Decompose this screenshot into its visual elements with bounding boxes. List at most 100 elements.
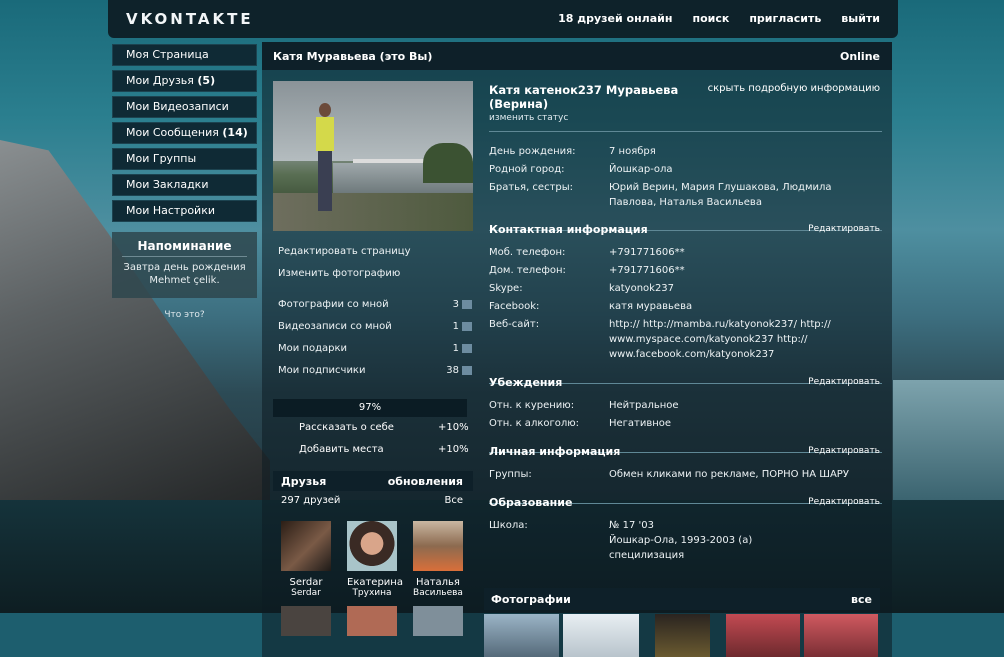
- info-value[interactable]: Юрий Верин, Мария Глушакова, Людмила Пав…: [609, 180, 879, 210]
- sidebar-item-groups[interactable]: Мои Группы: [112, 148, 257, 170]
- site-logo[interactable]: VKONTAKTE: [126, 10, 254, 28]
- sidebar-item-settings[interactable]: Мои Настройки: [112, 200, 257, 222]
- sidebar-item-bookmarks[interactable]: Мои Закладки: [112, 174, 257, 196]
- friend-name[interactable]: Serdar: [281, 577, 331, 588]
- sidebar-item-label: Мои Группы: [126, 152, 197, 165]
- friend-surname: Трухина: [352, 588, 392, 598]
- friends-grid: Serdar Serdar Екатерина Трухина Наталья …: [281, 521, 473, 598]
- section-title: Убеждения: [489, 376, 563, 389]
- whats-this-link[interactable]: Что это?: [112, 310, 257, 320]
- counter-subscribers[interactable]: Мои подписчики 38: [273, 360, 473, 382]
- nav-search[interactable]: поиск: [692, 12, 729, 25]
- reminder-text-line1: Завтра день рождения: [123, 262, 246, 273]
- edit-education-link[interactable]: Редактировать: [808, 497, 880, 507]
- counter-videos[interactable]: Видеозаписи со мной 1: [273, 316, 473, 338]
- info-value[interactable]: http:// http://mamba.ru/katyonok237/ htt…: [609, 317, 879, 362]
- photo-thumbnail[interactable]: [655, 614, 710, 657]
- sidebar-item-videos[interactable]: Мои Видеозаписи: [112, 96, 257, 118]
- nav-invite[interactable]: пригласить: [749, 12, 821, 25]
- friends-header: Друзья обновления: [273, 471, 473, 491]
- friend-name[interactable]: Екатерина: [347, 577, 403, 588]
- info-row: День рождения: 7 ноября: [489, 144, 882, 159]
- progress-item-value: +10%: [438, 422, 469, 433]
- info-row: Йошкар-Ола, 1993-2003 (а): [489, 533, 882, 548]
- sidebar-item-my-page[interactable]: Моя Страница: [112, 44, 257, 66]
- background-sea: [893, 380, 1004, 500]
- photo-thumbnail[interactable]: [714, 614, 722, 657]
- section-beliefs: Убеждения Редактировать: [489, 376, 882, 390]
- edit-beliefs-link[interactable]: Редактировать: [808, 377, 880, 387]
- edit-personal-link[interactable]: Редактировать: [808, 446, 880, 456]
- profile-name-line2: (Верина): [489, 97, 549, 111]
- info-row: Facebook: катя муравьева: [489, 299, 882, 314]
- divider: [489, 131, 882, 132]
- photo-thumbnail[interactable]: [804, 614, 878, 657]
- edit-page-link[interactable]: Редактировать страницу: [273, 241, 473, 263]
- profile-full-name: Катя катенок237 Муравьева (Верина): [489, 83, 699, 111]
- friend-avatar[interactable]: [281, 521, 331, 571]
- info-row: Skype: katyonok237: [489, 281, 882, 296]
- counter-label: Мои подписчики: [278, 365, 366, 376]
- photos-all-link[interactable]: все: [851, 593, 872, 606]
- info-key: День рождения:: [489, 146, 576, 157]
- photos-header: Фотографии все: [484, 588, 880, 610]
- sidebar-item-friends[interactable]: Мои Друзья (5): [112, 70, 257, 92]
- nav-friends-online[interactable]: 18 друзей онлайн: [558, 12, 672, 25]
- info-value[interactable]: Йошкар-ола: [609, 162, 879, 177]
- friend-avatar[interactable]: [281, 606, 331, 636]
- top-bar: VKONTAKTE 18 друзей онлайн поиск приглас…: [108, 0, 898, 38]
- photo-thumbnail[interactable]: [484, 614, 559, 657]
- sidebar-item-label: Мои Закладки: [126, 178, 209, 191]
- info-key: Моб. телефон:: [489, 247, 566, 258]
- friend-avatar[interactable]: [413, 521, 463, 571]
- friend-avatar[interactable]: [347, 606, 397, 636]
- reminder-text-line2[interactable]: Mehmet çelik.: [112, 274, 257, 287]
- friend-card[interactable]: Екатерина Трухина: [347, 521, 403, 598]
- section-personal: Личная информация Редактировать: [489, 445, 882, 459]
- photos-title[interactable]: Фотографии: [491, 593, 571, 606]
- info-value[interactable]: Обмен кликами по рекламе, ПОРНО НА ШАРУ: [609, 467, 879, 482]
- photo-thumbnail[interactable]: [563, 614, 639, 657]
- change-status-link[interactable]: изменить статус: [489, 113, 568, 123]
- info-value[interactable]: Йошкар-Ола, 1993-2003 (а): [609, 533, 879, 548]
- sidebar: Моя Страница Мои Друзья (5) Мои Видеозап…: [112, 44, 257, 320]
- progress-item-places[interactable]: Добавить места +10%: [299, 439, 473, 461]
- info-value[interactable]: 7 ноября: [609, 144, 879, 159]
- sidebar-item-messages[interactable]: Мои Сообщения (14): [112, 122, 257, 144]
- counter-photos[interactable]: Фотографии со мной 3: [273, 294, 473, 316]
- hide-details-link[interactable]: скрыть подробную информацию: [708, 83, 880, 94]
- nav-logout[interactable]: выйти: [841, 12, 880, 25]
- friend-avatar[interactable]: [347, 521, 397, 571]
- friend-card[interactable]: Наталья Васильева: [413, 521, 463, 598]
- friend-avatar[interactable]: [413, 606, 463, 636]
- progress-item-label: Добавить места: [299, 444, 384, 455]
- info-value[interactable]: Негативное: [609, 416, 879, 431]
- photo-thumbnail[interactable]: [726, 614, 800, 657]
- info-value[interactable]: катя муравьева: [609, 299, 879, 314]
- counter-value: 3: [452, 299, 459, 310]
- friends-title[interactable]: Друзья: [281, 475, 326, 488]
- change-photo-link[interactable]: Изменить фотографию: [273, 263, 473, 285]
- sidebar-item-count: (5): [197, 74, 216, 87]
- counter-gifts[interactable]: Мои подарки 1: [273, 338, 473, 360]
- friend-card[interactable]: Serdar Serdar: [281, 521, 331, 598]
- friends-all-link[interactable]: Все: [444, 491, 463, 511]
- friends-updates-link[interactable]: обновления: [388, 475, 463, 488]
- friend-surname: Васильева: [413, 588, 463, 598]
- info-value[interactable]: № 17 '03: [609, 518, 879, 533]
- edit-contact-link[interactable]: Редактировать: [808, 224, 880, 234]
- info-key: Группы:: [489, 469, 532, 480]
- education-info: Школа: № 17 '03 Йошкар-Ола, 1993-2003 (а)…: [489, 518, 882, 566]
- info-row: Родной город: Йошкар-ола: [489, 162, 882, 177]
- progress-item-value: +10%: [438, 444, 469, 455]
- profile-photo[interactable]: [273, 81, 473, 231]
- progress-item-about[interactable]: Рассказать о себе +10%: [299, 417, 473, 439]
- info-row: специлизация: [489, 548, 882, 563]
- online-status: Online: [839, 50, 880, 63]
- beliefs-info: Отн. к курению: Нейтральное Отн. к алкого…: [489, 398, 882, 434]
- progress-item-label: Рассказать о себе: [299, 422, 394, 433]
- friend-name[interactable]: Наталья: [413, 577, 463, 588]
- info-value[interactable]: Нейтральное: [609, 398, 879, 413]
- photo-thumbnail[interactable]: [643, 614, 651, 657]
- info-value: katyonok237: [609, 283, 675, 294]
